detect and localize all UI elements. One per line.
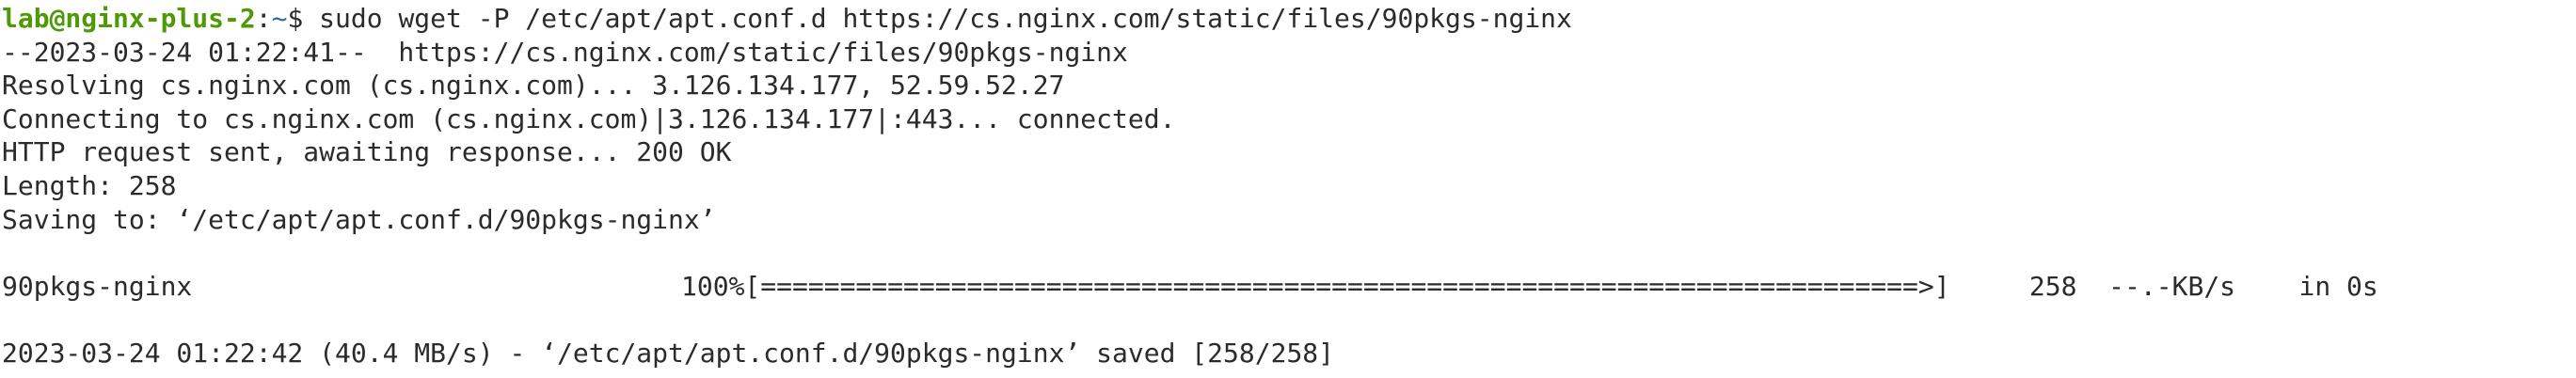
output-line-saving: Saving to: ‘/etc/apt/apt.conf.d/90pkgs-n…: [2, 203, 716, 235]
output-blank-line: [2, 236, 2576, 270]
prompt-colon: :: [255, 3, 272, 34]
output-line-length: Length: 258: [2, 169, 177, 201]
progress-bar-text: 100%[===================================…: [681, 270, 2378, 302]
progress-filename: 90pkgs-nginx: [2, 270, 193, 302]
prompt-user-host: lab@nginx-plus-2: [2, 3, 256, 34]
terminal-window[interactable]: lab@nginx-plus-2:~$ sudo wget -P /etc/ap…: [0, 0, 2576, 378]
output-line-timestamp: --2023-03-24 01:22:41-- https://cs.nginx…: [2, 36, 1128, 68]
output-line-http: HTTP request sent, awaiting response... …: [2, 136, 732, 168]
download-progress-line: 90pkgs-nginx 100%[=======================…: [2, 270, 2576, 304]
output-line-resolving: Resolving cs.nginx.com (cs.nginx.com)...…: [2, 70, 1065, 102]
prompt-path: ~: [271, 3, 288, 34]
command-line: lab@nginx-plus-2:~$ sudo wget -P /etc/ap…: [2, 2, 2576, 36]
output-blank-line: [2, 303, 2576, 337]
prompt-dollar: $: [287, 3, 304, 34]
command-text: sudo wget -P /etc/apt/apt.conf.d https:/…: [303, 3, 1572, 34]
output-line-saved: 2023-03-24 01:22:42 (40.4 MB/s) - ‘/etc/…: [2, 337, 1335, 369]
output-line-connecting: Connecting to cs.nginx.com (cs.nginx.com…: [2, 102, 1176, 134]
